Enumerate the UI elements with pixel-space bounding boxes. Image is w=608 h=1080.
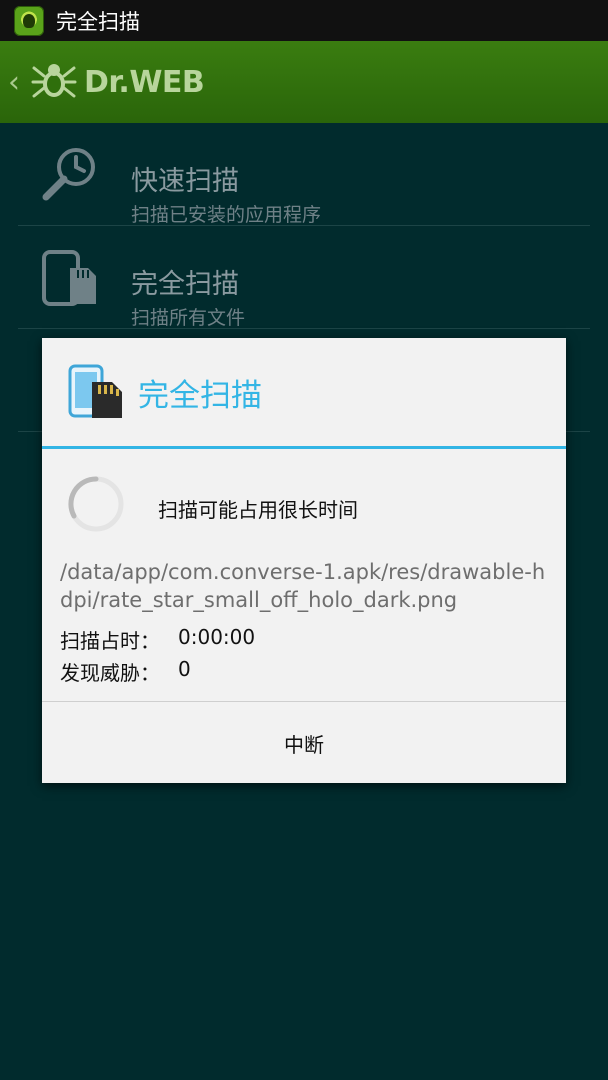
brand-logo: Dr.WEB xyxy=(84,64,205,100)
dialog-header: 完全扫描 xyxy=(42,338,566,449)
menu-item-label: 完全扫描 xyxy=(131,269,239,300)
stop-scan-button[interactable]: 中断 xyxy=(42,702,566,784)
dialog-footer: 中断 xyxy=(42,701,566,784)
menu-item-label: 快速扫描 xyxy=(131,166,239,197)
phone-sdcard-icon xyxy=(68,364,122,418)
drweb-app-icon xyxy=(14,5,44,36)
threats-found-row: 发现威胁： 0 xyxy=(60,657,191,686)
menu-item-sublabel: 扫描已安装的应用程序 xyxy=(131,204,322,226)
status-bar: 完全扫描 xyxy=(0,0,608,41)
progress-spinner-icon xyxy=(68,476,124,532)
magnifier-clock-icon xyxy=(42,148,95,201)
menu-item-full-scan[interactable]: 完全扫描 扫描所有文件 xyxy=(18,226,590,329)
phone-sdcard-icon xyxy=(42,250,96,306)
threats-found-label: 发现威胁： xyxy=(60,661,160,685)
scan-time-label: 扫描占时： xyxy=(60,629,160,653)
current-file-path: /data/app/com.converse-1.apk/res/drawabl… xyxy=(60,560,546,612)
chevron-left-icon[interactable]: ‹ xyxy=(8,65,26,100)
action-bar: ‹ Dr.WEB xyxy=(0,41,608,123)
scan-time-value: 0:00:00 xyxy=(178,625,256,649)
threats-found-value: 0 xyxy=(178,657,191,681)
status-bar-title: 完全扫描 xyxy=(56,9,140,34)
dialog-message: 扫描可能占用很长时间 xyxy=(158,498,358,522)
spider-logo-icon xyxy=(31,64,77,98)
scan-time-row: 扫描占时： 0:00:00 xyxy=(60,625,255,654)
dialog-title: 完全扫描 xyxy=(138,378,262,414)
menu-item-sublabel: 扫描所有文件 xyxy=(131,307,246,329)
full-scan-dialog: 完全扫描 扫描可能占用很长时间 /data/app/com.converse-1… xyxy=(42,338,566,783)
menu-item-quick-scan[interactable]: 快速扫描 扫描已安装的应用程序 xyxy=(18,123,590,226)
